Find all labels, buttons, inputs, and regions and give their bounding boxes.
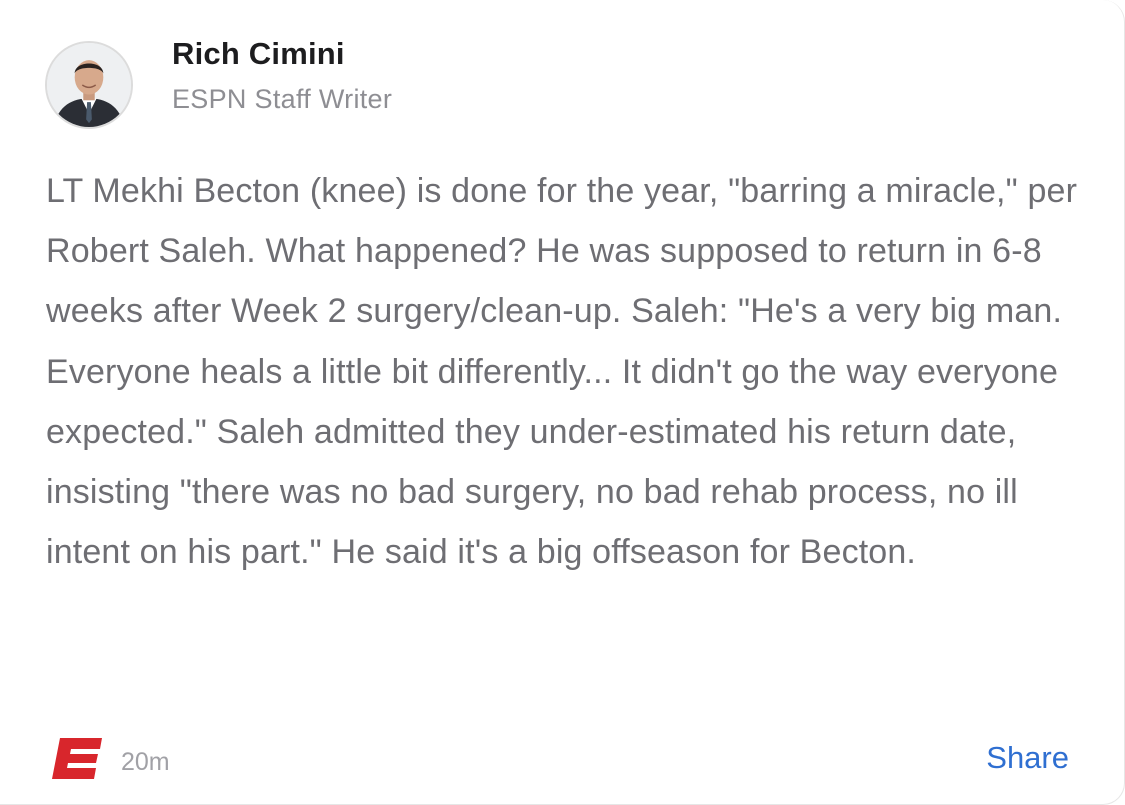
author-name[interactable]: Rich Cimini — [172, 36, 345, 72]
post-card: Rich Cimini ESPN Staff Writer LT Mekhi B… — [0, 0, 1125, 805]
author-role: ESPN Staff Writer — [172, 84, 393, 114]
timestamp: 20m — [121, 748, 170, 776]
author-avatar-photo — [47, 43, 131, 127]
author-avatar[interactable] — [45, 41, 133, 129]
post-body: LT Mekhi Becton (knee) is done for the y… — [46, 172, 1078, 572]
share-button[interactable]: Share — [986, 740, 1069, 776]
espn-logo-icon — [52, 738, 102, 779]
